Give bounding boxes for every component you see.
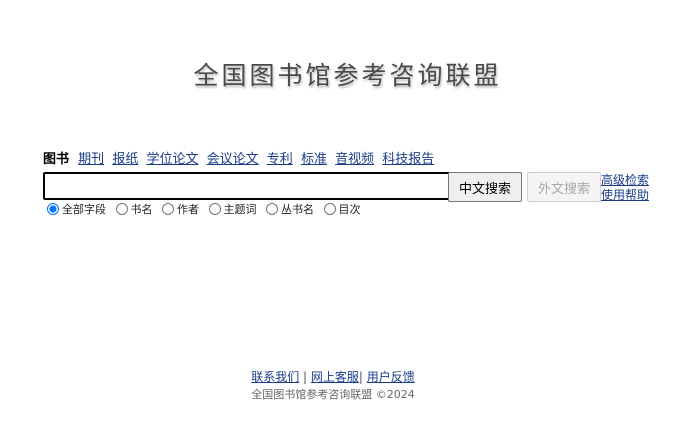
field-radio-author[interactable] xyxy=(162,203,174,215)
field-option-contents[interactable]: 目次 xyxy=(320,203,361,216)
copyright-text: 全国图书馆参考咨询联盟 ©2024 xyxy=(251,388,415,401)
search-row: 中文搜索 外文搜索 高级检索 使用帮助 xyxy=(43,172,658,204)
field-radio-contents[interactable] xyxy=(323,203,336,215)
field-label-title: 书名 xyxy=(130,203,153,216)
footer-separator: | xyxy=(299,370,311,384)
search-input[interactable] xyxy=(43,172,451,200)
field-option-title[interactable]: 书名 xyxy=(112,203,153,216)
field-radio-title[interactable] xyxy=(115,203,128,215)
tab-standards[interactable]: 标准 xyxy=(301,152,327,167)
site-title: 全国图书馆参考咨询联盟 xyxy=(193,61,502,90)
field-option-all[interactable]: 全部字段 xyxy=(43,203,106,216)
field-radio-series[interactable] xyxy=(266,203,278,215)
field-option-series[interactable]: 丛书名 xyxy=(262,203,314,216)
tab-theses[interactable]: 学位论文 xyxy=(146,152,198,167)
online-service-link[interactable]: 网上客服 xyxy=(311,370,359,384)
field-label-author: 作者 xyxy=(177,203,199,216)
footer-links: 联系我们 | 网上客服| 用户反馈 xyxy=(0,368,666,385)
tab-journals[interactable]: 期刊 xyxy=(78,152,104,167)
tab-newspapers[interactable]: 报纸 xyxy=(112,152,138,167)
field-option-subject[interactable]: 主题词 xyxy=(205,203,257,216)
field-radio-all[interactable] xyxy=(47,203,59,215)
footer-separator: | xyxy=(358,370,367,384)
feedback-link[interactable]: 用户反馈 xyxy=(367,370,415,384)
field-radio-subject[interactable] xyxy=(208,203,221,215)
field-label-all: 全部字段 xyxy=(62,203,106,216)
contact-us-link[interactable]: 联系我们 xyxy=(251,370,299,384)
search-field-options: 全部字段 书名 作者 主题词 丛书名 目次 xyxy=(43,202,658,218)
category-tabs: 图书 期刊 报纸 学位论文 会议论文 专利 标准 音视频 科技报告 xyxy=(43,151,658,169)
search-area: 图书 期刊 报纸 学位论文 会议论文 专利 标准 音视频 科技报告 中文搜索 外… xyxy=(43,151,658,218)
tab-books[interactable]: 图书 xyxy=(43,152,69,167)
foreign-search-button[interactable]: 外文搜索 xyxy=(527,172,601,202)
page: 全国图书馆参考咨询联盟 图书 期刊 报纸 学位论文 会议论文 专利 标准 音视频… xyxy=(0,0,695,445)
tab-tech-reports[interactable]: 科技报告 xyxy=(382,152,434,167)
tab-audio-video[interactable]: 音视频 xyxy=(335,152,374,167)
advanced-search-link[interactable]: 高级检索 xyxy=(601,173,649,188)
help-link[interactable]: 使用帮助 xyxy=(601,188,649,203)
tab-patents[interactable]: 专利 xyxy=(267,152,293,167)
chinese-search-button[interactable]: 中文搜索 xyxy=(448,172,522,202)
field-label-contents: 目次 xyxy=(338,203,361,216)
field-label-series: 丛书名 xyxy=(281,203,314,216)
footer: 联系我们 | 网上客服| 用户反馈 全国图书馆参考咨询联盟 ©2024 xyxy=(0,368,666,402)
side-links: 高级检索 使用帮助 xyxy=(601,173,649,203)
field-option-author[interactable]: 作者 xyxy=(158,203,199,216)
tab-conference-papers[interactable]: 会议论文 xyxy=(207,152,259,167)
field-label-subject: 主题词 xyxy=(223,203,257,216)
